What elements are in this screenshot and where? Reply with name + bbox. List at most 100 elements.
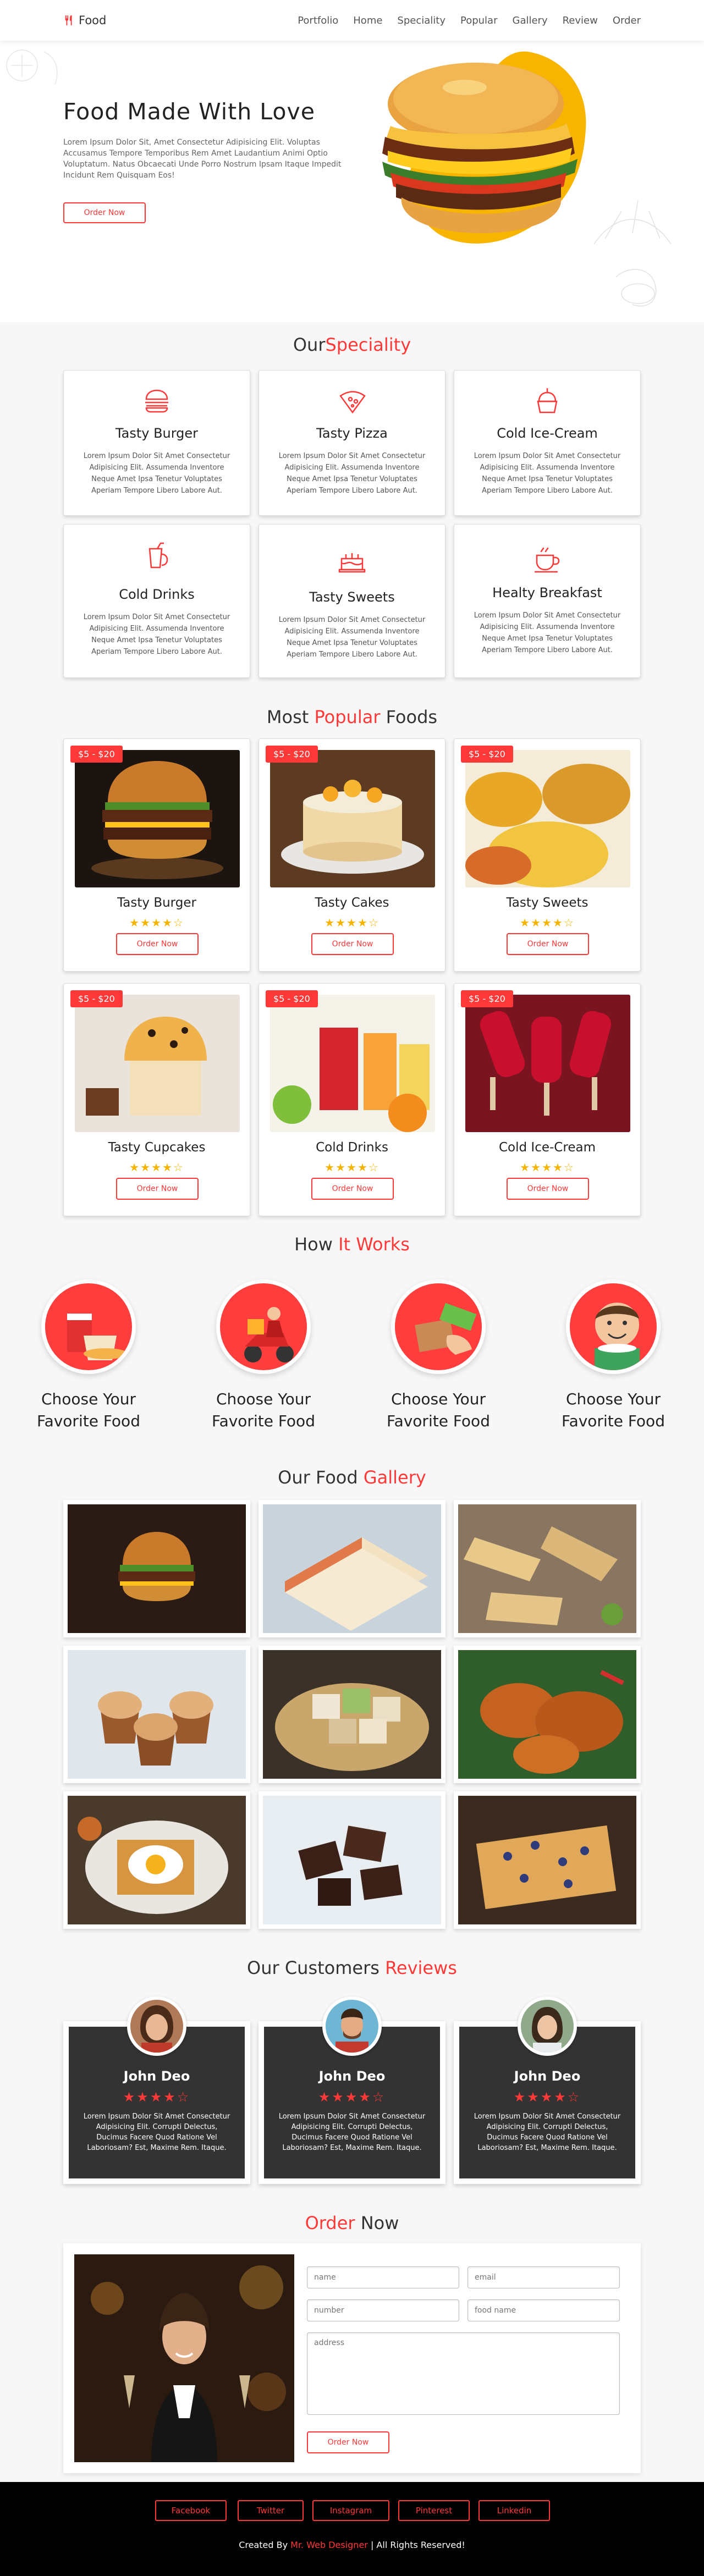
speciality-text: Lorem Ipsum Dolor Sit Amet Consectetur A… <box>83 452 230 495</box>
order-title: Order Now <box>305 2213 399 2233</box>
speciality-card: Tasty Sweets Lorem Ipsum Dolor Sit Amet … <box>258 524 446 678</box>
popular-card: $5 - $20 Tasty Cupcakes ★★★★☆ Order Now <box>63 983 250 1216</box>
popular-card: $5 - $20 Tasty Sweets ★★★★☆ Order Now <box>454 738 641 972</box>
step-text: Choose Your Favorite Food <box>37 1390 140 1430</box>
address-input[interactable] <box>307 2332 620 2415</box>
avatar <box>127 1996 186 2056</box>
designer-link[interactable]: Mr. Web Designer <box>290 2540 368 2550</box>
coffee-icon <box>535 547 560 573</box>
review-text: Lorem Ipsum Dolor Sit Amet Consectetur A… <box>474 2112 621 2152</box>
nav-link-speciality[interactable]: Speciality <box>397 15 446 26</box>
reviewer-name: John Deo <box>514 2068 581 2084</box>
steps-title: How It Works <box>294 1234 410 1255</box>
rating-stars: ★★★★☆ <box>129 1161 184 1174</box>
food-name: Cold Ice-Cream <box>499 1140 596 1155</box>
name-input[interactable] <box>307 2266 459 2288</box>
food-name: Cold Drinks <box>316 1140 388 1155</box>
review-card: John Deo ★★★★☆ Lorem Ipsum Dolor Sit Ame… <box>454 1996 641 2184</box>
popular-card: $5 - $20 Cold Ice-Cream ★★★★☆ Order Now <box>454 983 641 1216</box>
order-button[interactable]: Order Now <box>116 1178 199 1200</box>
price-badge: $5 - $20 <box>70 746 123 763</box>
speciality-title: OurSpeciality <box>293 334 411 355</box>
review-text: Lorem Ipsum Dolor Sit Amet Consectetur A… <box>278 2112 426 2152</box>
waitress-image <box>74 2254 294 2462</box>
step-text: Choose Your Favorite Food <box>212 1390 315 1430</box>
order-button[interactable]: Order Now <box>507 933 589 955</box>
nav-link-gallery[interactable]: Gallery <box>513 15 548 26</box>
speciality-text: Lorem Ipsum Dolor Sit Amet Consectetur A… <box>278 452 426 495</box>
hero-title: Food Made With Love <box>63 98 315 125</box>
gallery-image[interactable] <box>454 1791 641 1929</box>
review-card: John Deo ★★★★☆ Lorem Ipsum Dolor Sit Ame… <box>258 1996 446 2184</box>
utensils-icon <box>65 15 72 26</box>
avatar <box>518 1996 577 2056</box>
rating-stars: ★★★★☆ <box>513 2089 581 2105</box>
nav-link-portfolio[interactable]: Portfolio <box>298 15 338 26</box>
rating-stars: ★★★★☆ <box>123 2089 191 2105</box>
gallery-image[interactable] <box>454 1646 641 1783</box>
drink-icon <box>148 542 168 569</box>
order-button[interactable]: Order Now <box>116 933 199 955</box>
price-badge: $5 - $20 <box>70 990 123 1007</box>
pizza-icon <box>339 391 366 414</box>
speciality-text: Lorem Ipsum Dolor Sit Amet Consectetur A… <box>474 611 621 654</box>
gallery-image[interactable] <box>454 1500 641 1637</box>
rating-stars: ★★★★☆ <box>520 1161 575 1174</box>
ice-cream-icon <box>537 388 558 413</box>
instagram-link[interactable]: Instagram <box>312 2500 389 2521</box>
gallery-image[interactable] <box>258 1791 446 1929</box>
nav-link-review[interactable]: Review <box>563 15 598 26</box>
email-input[interactable] <box>468 2266 620 2288</box>
food-image <box>75 750 240 887</box>
gallery-image[interactable] <box>258 1646 446 1783</box>
nav-link-home[interactable]: Home <box>353 15 382 26</box>
rating-stars: ★★★★☆ <box>520 916 575 929</box>
order-button[interactable]: Order Now <box>311 1178 394 1200</box>
gallery-image[interactable] <box>63 1646 250 1783</box>
burger-icon <box>145 389 168 413</box>
order-form: Order Now <box>63 2243 641 2473</box>
footer-credit: Created By Mr. Web Designer | All Rights… <box>239 2540 465 2550</box>
food-name: Tasty Cakes <box>315 896 389 910</box>
speciality-name: Tasty Sweets <box>309 589 395 605</box>
price-badge: $5 - $20 <box>266 990 318 1007</box>
gallery-image[interactable] <box>63 1791 250 1929</box>
logo[interactable]: Food <box>63 14 106 27</box>
speciality-name: Cold Ice-Cream <box>497 426 598 441</box>
doodle-decoration <box>6 49 58 85</box>
gallery-image[interactable] <box>63 1500 250 1637</box>
speciality-card: Cold Ice-Cream Lorem Ipsum Dolor Sit Ame… <box>454 370 641 516</box>
food-image <box>465 750 630 887</box>
pinterest-link[interactable]: Pinterest <box>398 2500 470 2521</box>
order-button[interactable]: Order Now <box>311 933 394 955</box>
eating-icon <box>566 1279 661 1374</box>
order-button[interactable]: Order Now <box>507 1178 589 1200</box>
speciality-card: Tasty Pizza Lorem Ipsum Dolor Sit Amet C… <box>258 370 446 516</box>
speciality-name: Healty Breakfast <box>492 585 602 600</box>
review-text: Lorem Ipsum Dolor Sit Amet Consectetur A… <box>83 2112 230 2152</box>
price-badge: $5 - $20 <box>461 990 513 1007</box>
delivery-icon <box>216 1279 311 1374</box>
review-card: John Deo ★★★★☆ Lorem Ipsum Dolor Sit Ame… <box>63 1996 250 2184</box>
food-box-icon <box>41 1279 136 1374</box>
nav-link-popular[interactable]: Popular <box>460 15 498 26</box>
popular-title: Most Popular Foods <box>266 707 438 727</box>
number-input[interactable] <box>307 2299 459 2321</box>
twitter-link[interactable]: Twitter <box>238 2500 304 2521</box>
gallery-image[interactable] <box>258 1500 446 1637</box>
home-section: Food Made With Love Lorem Ipsum Dolor Si… <box>0 41 704 322</box>
facebook-link[interactable]: Facebook <box>155 2500 227 2521</box>
food-image <box>465 995 630 1132</box>
rating-stars: ★★★★☆ <box>324 1161 380 1174</box>
cake-icon <box>338 553 366 573</box>
food-name-input[interactable] <box>468 2299 620 2321</box>
review-title: Our Customers Reviews <box>247 1957 457 1978</box>
speciality-card: Cold Drinks Lorem Ipsum Dolor Sit Amet C… <box>63 524 250 678</box>
food-image <box>270 750 435 887</box>
speciality-card: Healty Breakfast Lorem Ipsum Dolor Sit A… <box>454 524 641 678</box>
nav-link-order[interactable]: Order <box>613 15 641 26</box>
hero-order-button[interactable]: Order Now <box>63 202 146 223</box>
order-submit-button[interactable]: Order Now <box>307 2431 389 2453</box>
footer: Facebook Twitter Instagram Pinterest Lin… <box>0 2482 704 2576</box>
linkedin-link[interactable]: Linkedin <box>479 2500 550 2521</box>
